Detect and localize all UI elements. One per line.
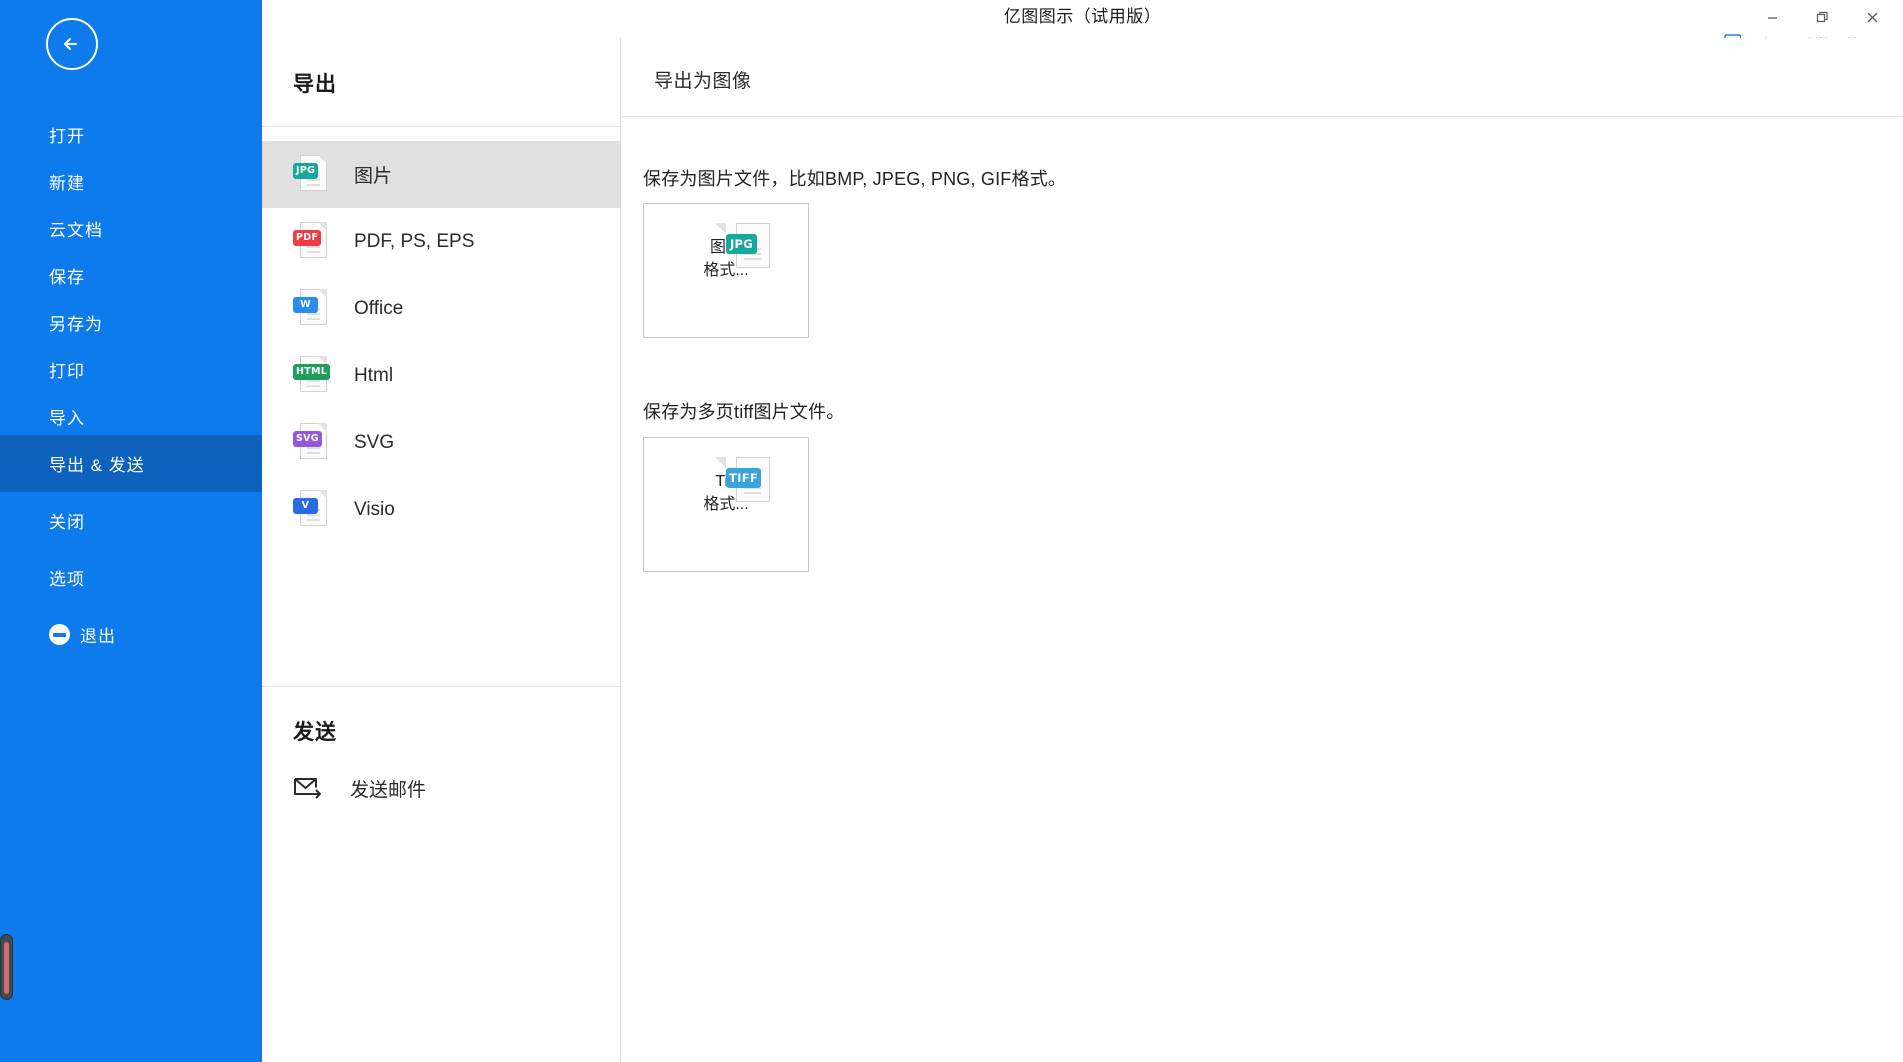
send-mail-item[interactable]: 发送邮件 (262, 758, 620, 818)
export-format-list: JPG 图片 PDF PDF, PS, EPS W Office HTML Html SVG SV… (262, 141, 620, 543)
export-format-label: Visio (354, 498, 395, 520)
export-heading: 导出 (293, 73, 337, 96)
file-badge: SVG (293, 430, 322, 447)
export-format-label: Html (354, 364, 394, 386)
sidebar-item-label: 打印 (49, 362, 85, 381)
export-format-label: 图片 (354, 166, 393, 187)
sidebar-item-label: 导出 & 发送 (49, 456, 145, 475)
export-option-card[interactable]: TIFFTiff格式... (643, 437, 809, 572)
file-badge: V (293, 497, 318, 514)
window-controls (1747, 0, 1897, 34)
app-window: 打开新建云文档保存另存为打印导入导出 & 发送 关闭选项退出 亿图图示（试用版） (0, 0, 1903, 1062)
sidebar-item-export-send[interactable]: 导出 & 发送 (0, 435, 262, 492)
send-mail-label: 发送邮件 (350, 779, 427, 801)
minus-circle-icon (49, 624, 70, 645)
export-format-item[interactable]: SVG SVG (262, 409, 620, 476)
content-title: 导出为图像 (654, 71, 752, 92)
send-heading: 发送 (293, 721, 337, 744)
export-option-card[interactable]: JPG图片格式... (643, 203, 809, 338)
restore-button[interactable] (1797, 0, 1847, 34)
file-badge: JPG (293, 162, 319, 179)
mail-forward-icon (293, 773, 323, 803)
export-format-label: PDF, PS, EPS (354, 230, 475, 252)
sidebar-scroll-handle[interactable] (0, 934, 13, 1000)
file-icon-html: HTML (293, 355, 331, 396)
file-icon-w: W (293, 288, 327, 329)
sidebar-item-label: 新建 (49, 174, 85, 193)
sidebar-item-options[interactable]: 选项 (0, 549, 262, 606)
export-format-item[interactable]: W Office (262, 275, 620, 342)
export-format-item[interactable]: PDF PDF, PS, EPS (262, 208, 620, 275)
export-panel-divider-bottom (262, 686, 620, 687)
backstage-sidebar: 打开新建云文档保存另存为打印导入导出 & 发送 关闭选项退出 (0, 0, 262, 1062)
export-panel-divider-top (262, 126, 620, 127)
section-description: 保存为多页tiff图片文件。 (643, 402, 845, 422)
file-icon-jpg: JPG (293, 154, 327, 195)
back-arrow-icon (57, 29, 87, 59)
export-format-label: SVG (354, 431, 395, 453)
sidebar-item-label: 另存为 (49, 315, 103, 334)
sidebar-item-label: 关闭 (49, 513, 85, 532)
section-description: 保存为图片文件，比如BMP, JPEG, PNG, GIF格式。 (643, 169, 1067, 189)
content-body: 保存为图片文件，比如BMP, JPEG, PNG, GIF格式。 JPG图片格式.… (621, 117, 1903, 1062)
back-button[interactable] (46, 18, 98, 70)
export-format-label: Office (354, 297, 404, 319)
sidebar-item-label: 退出 (80, 627, 116, 646)
file-badge: TIFF (726, 468, 762, 488)
file-badge: JPG (726, 234, 757, 254)
file-badge: W (293, 296, 318, 313)
export-panel: 导出 JPG 图片 PDF PDF, PS, EPS W Office HTML Html SV… (262, 38, 621, 1062)
minimize-button[interactable] (1747, 0, 1797, 34)
export-format-item[interactable]: HTML Html (262, 342, 620, 409)
file-badge: HTML (293, 363, 331, 380)
file-badge: PDF (293, 229, 322, 246)
close-button[interactable] (1847, 0, 1897, 34)
sidebar-item-label: 选项 (49, 570, 85, 589)
sidebar-item-label: 打开 (49, 127, 85, 146)
sidebar-item-label: 导入 (49, 409, 85, 428)
file-icon-pdf: PDF (293, 221, 327, 262)
export-format-item[interactable]: V Visio (262, 476, 620, 543)
file-icon-v: V (293, 489, 327, 530)
export-format-item[interactable]: JPG 图片 (262, 141, 620, 208)
sidebar-item-exit[interactable]: 退出 (0, 606, 262, 663)
sidebar-item-label: 云文档 (49, 221, 103, 240)
app-title: 亿图图示（试用版） (1003, 7, 1162, 26)
sidebar-item-close[interactable]: 关闭 (0, 492, 262, 549)
file-icon-svg: SVG (293, 422, 327, 463)
sidebar-item-label: 保存 (49, 268, 85, 287)
export-content: 导出为图像 保存为图片文件，比如BMP, JPEG, PNG, GIF格式。 JP… (621, 38, 1903, 1062)
title-bar: 亿图图示（试用版） (262, 0, 1903, 38)
